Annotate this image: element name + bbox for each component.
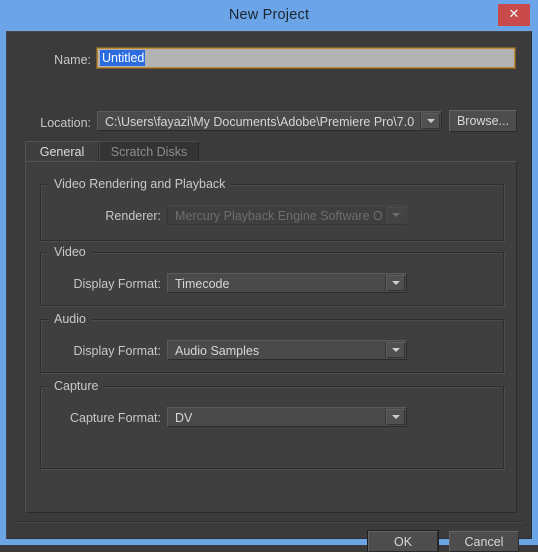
project-name-value: Untitled <box>100 50 146 66</box>
ok-button[interactable]: OK <box>367 530 439 552</box>
renderer-value: Mercury Playback Engine Software Only <box>175 209 382 223</box>
window-title: New Project <box>228 7 310 23</box>
title-bar[interactable]: New Project ✕ <box>0 0 538 31</box>
close-button[interactable]: ✕ <box>498 4 530 26</box>
tab-panel-general: Video Rendering and Playback Renderer: M… <box>25 161 517 513</box>
renderer-combo: Mercury Playback Engine Software Only <box>167 205 407 225</box>
dialog-body: Name: Untitled Location: C:\Users\fayazi… <box>6 31 532 552</box>
name-label: Name: <box>54 53 91 67</box>
group-video-rendering-and-playback: Video Rendering and Playback Renderer: M… <box>40 177 504 241</box>
new-project-dialog-window: New Project ✕ Name: Untitled Location: C… <box>0 0 538 552</box>
cancel-button[interactable]: Cancel <box>449 531 519 552</box>
group-title-video: Video <box>49 245 91 259</box>
audio-display-format-label: Display Format: <box>73 344 161 358</box>
video-display-format-value: Timecode <box>175 277 230 291</box>
chevron-down-icon[interactable] <box>385 342 405 358</box>
project-name-input[interactable]: Untitled <box>96 47 516 69</box>
close-icon: ✕ <box>508 7 520 22</box>
video-display-format-label: Display Format: <box>73 277 161 291</box>
tab-strip: General Scratch Disks <box>25 141 517 162</box>
group-title-video-rendering: Video Rendering and Playback <box>49 177 231 191</box>
location-combo[interactable]: C:\Users\fayazi\My Documents\Adobe\Premi… <box>97 111 442 131</box>
capture-format-value: DV <box>175 411 193 425</box>
chevron-down-icon[interactable] <box>385 409 405 425</box>
chevron-down-icon <box>385 207 405 223</box>
group-audio: Audio Display Format: Audio Samples <box>40 312 504 373</box>
audio-display-format-value: Audio Samples <box>175 344 260 358</box>
browse-button[interactable]: Browse... <box>449 110 517 132</box>
group-capture: Capture Capture Format: DV <box>40 379 504 469</box>
group-title-audio: Audio <box>49 312 91 326</box>
capture-format-label: Capture Format: <box>69 411 161 425</box>
video-display-format-combo[interactable]: Timecode <box>167 273 407 293</box>
chevron-down-icon[interactable] <box>385 275 405 291</box>
group-title-capture: Capture <box>49 379 104 393</box>
location-value: C:\Users\fayazi\My Documents\Adobe\Premi… <box>105 115 415 129</box>
renderer-label: Renderer: <box>105 209 161 223</box>
group-video: Video Display Format: Timecode <box>40 245 504 306</box>
location-label: Location: <box>40 116 91 130</box>
capture-format-combo[interactable]: DV <box>167 407 407 427</box>
tab-general[interactable]: General <box>25 141 99 162</box>
tab-scratch-disks[interactable]: Scratch Disks <box>99 141 199 162</box>
audio-display-format-combo[interactable]: Audio Samples <box>167 340 407 360</box>
chevron-down-icon[interactable] <box>420 113 440 129</box>
footer-divider <box>15 521 523 523</box>
